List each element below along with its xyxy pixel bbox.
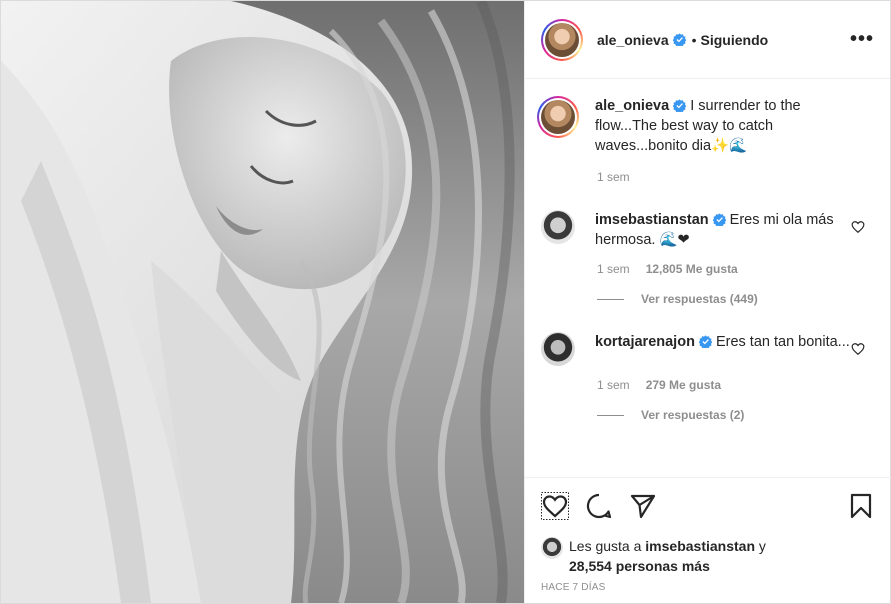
post-header: ale_onieva • Siguiendo ••• — [525, 1, 890, 79]
comment-text-block: imsebastianstan Eres mi ola más hermosa.… — [595, 210, 853, 250]
post-dialog: ale_onieva • Siguiendo ••• ale_onieva I … — [0, 0, 891, 604]
comment-time[interactable]: 1 sem — [597, 262, 630, 276]
author-avatar[interactable] — [541, 18, 583, 61]
author-username[interactable]: ale_onieva — [597, 32, 669, 48]
likes-others[interactable]: 28,554 personas más — [569, 558, 710, 574]
likes-text: Les gusta a imsebastianstan y 28,554 per… — [569, 536, 766, 576]
like-icon[interactable] — [541, 492, 569, 520]
post-timestamp[interactable]: Hace 7 días — [541, 582, 875, 593]
comment-username[interactable]: imsebastianstan — [595, 212, 709, 228]
replies-divider — [597, 298, 624, 300]
view-replies-label: Ver respuestas (2) — [641, 408, 745, 422]
comment-like-icon[interactable] — [851, 342, 865, 356]
caption: ale_onieva I surrender to the flow...The… — [537, 96, 875, 156]
comment-meta: 1 sem 279 Me gusta — [597, 378, 875, 392]
verified-badge-icon — [672, 33, 686, 46]
comment-text-block: kortajarenajon Eres tan tan bonita... — [595, 332, 853, 366]
post-sidebar: ale_onieva • Siguiendo ••• ale_onieva I … — [524, 1, 891, 603]
verified-badge-icon — [698, 335, 712, 348]
comments-list: ale_onieva I surrender to the flow...The… — [525, 80, 891, 476]
comment-icon[interactable] — [585, 492, 613, 520]
comment-likes[interactable]: 12,805 Me gusta — [646, 262, 738, 276]
likes-prefix: Les gusta a — [569, 538, 642, 554]
replies-divider — [597, 414, 624, 416]
likes-summary: Les gusta a imsebastianstan y 28,554 per… — [541, 536, 875, 576]
caption-username[interactable]: ale_onieva — [595, 98, 669, 114]
view-replies-button[interactable]: Ver respuestas (449) — [597, 292, 875, 306]
header-separator: • — [691, 31, 697, 48]
more-options-icon[interactable]: ••• — [850, 28, 874, 51]
comment-time[interactable]: 1 sem — [597, 378, 630, 392]
view-replies-button[interactable]: Ver respuestas (2) — [597, 408, 875, 422]
liker-username[interactable]: imsebastianstan — [645, 538, 755, 554]
post-photo-image — [1, 1, 524, 603]
commenter-avatar[interactable] — [541, 332, 575, 366]
comment-item: imsebastianstan Eres mi ola más hermosa.… — [541, 210, 875, 250]
post-actions: Les gusta a imsebastianstan y 28,554 per… — [525, 477, 891, 593]
comment-meta: 1 sem 12,805 Me gusta — [597, 262, 875, 276]
follow-button[interactable]: Siguiendo — [701, 32, 769, 48]
comment-username[interactable]: kortajarenajon — [595, 334, 695, 350]
comment-likes[interactable]: 279 Me gusta — [646, 378, 721, 392]
commenter-avatar[interactable] — [541, 210, 575, 244]
view-replies-label: Ver respuestas (449) — [641, 292, 758, 306]
comment-like-icon[interactable] — [851, 220, 865, 234]
caption-text-block: ale_onieva I surrender to the flow...The… — [595, 96, 853, 156]
caption-avatar[interactable] — [537, 96, 579, 138]
comment-text: Eres tan tan bonita... — [715, 334, 850, 350]
caption-time[interactable]: 1 sem — [597, 170, 630, 184]
action-bar — [541, 490, 875, 522]
liker-avatar[interactable] — [541, 537, 563, 559]
comment-item: kortajarenajon Eres tan tan bonita... — [541, 332, 875, 366]
caption-meta: 1 sem — [597, 170, 875, 184]
verified-badge-icon — [673, 99, 687, 112]
post-photo[interactable] — [1, 1, 524, 603]
verified-badge-icon — [712, 213, 726, 226]
share-icon[interactable] — [629, 492, 657, 520]
save-icon[interactable] — [847, 492, 875, 520]
likes-and: y — [758, 538, 766, 554]
